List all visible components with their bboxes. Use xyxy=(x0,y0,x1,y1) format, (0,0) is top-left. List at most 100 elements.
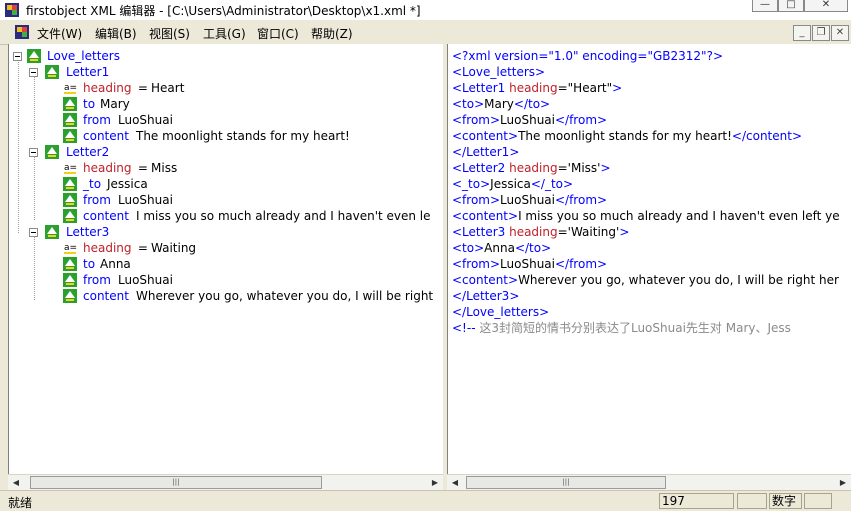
tree-line xyxy=(34,76,35,140)
source-token: ='Miss' xyxy=(557,161,601,175)
tree-node-label: Letter3 xyxy=(66,225,110,239)
source-editor[interactable]: ZHL <?xml version="1.0" encoding="GB2312… xyxy=(447,44,851,474)
source-token: heading xyxy=(509,81,558,95)
attribute-icon: a= xyxy=(64,83,77,94)
source-line[interactable]: </Letter3> xyxy=(452,288,519,304)
menu-edit[interactable]: 编辑(B) xyxy=(95,25,137,42)
mdi-minimize-button[interactable]: _ xyxy=(793,25,811,41)
source-horizontal-scrollbar[interactable]: ◀ ||| ▶ xyxy=(447,474,851,491)
source-line[interactable]: <content>The moonlight stands for my hea… xyxy=(452,128,802,144)
element-name: to xyxy=(83,97,96,111)
status-bar: 就绪 197 数字 xyxy=(0,490,851,510)
attribute-name: heading xyxy=(83,241,132,255)
collapse-toggle[interactable] xyxy=(29,148,38,157)
element-name: content xyxy=(83,129,129,143)
mdi-restore-button[interactable]: ❐ xyxy=(812,25,830,41)
source-token: <Letter1 xyxy=(452,81,510,95)
source-line[interactable]: <Love_letters> xyxy=(452,64,545,80)
element-name: from xyxy=(83,113,111,127)
element-icon xyxy=(63,97,77,111)
minimize-window-button[interactable]: — xyxy=(752,0,778,12)
source-token: 这3封简短的情书分别表达了LuoShuai先生对 Mary、Jess xyxy=(479,321,791,335)
element-icon xyxy=(63,209,77,223)
element-icon xyxy=(45,225,59,239)
source-token: <?xml version="1.0" encoding="GB2312"?> xyxy=(452,49,723,63)
collapse-toggle[interactable] xyxy=(29,68,38,77)
source-token: ='Waiting' xyxy=(557,225,620,239)
source-token: </Letter1> xyxy=(452,145,520,159)
tree-view[interactable]: Love_letters Letter1 a= heading = Heart … xyxy=(8,44,444,474)
scroll-right-icon[interactable]: ▶ xyxy=(835,475,851,491)
tree-horizontal-scrollbar[interactable]: ◀ ||| ▶ xyxy=(8,474,443,491)
element-value: Mary xyxy=(100,97,130,111)
scroll-left-icon[interactable]: ◀ xyxy=(447,475,463,491)
element-icon xyxy=(63,193,77,207)
menu-tools[interactable]: 工具(G) xyxy=(203,25,246,42)
source-token: LuoShuai xyxy=(500,113,555,127)
source-token: </from> xyxy=(554,193,608,207)
source-token: </to> xyxy=(514,241,552,255)
source-token: heading xyxy=(509,161,558,175)
source-token: <to> xyxy=(452,97,485,111)
source-line[interactable]: <from>LuoShuai</from> xyxy=(452,256,607,272)
attribute-equals: = xyxy=(134,161,152,175)
menu-file[interactable]: 文件(W) xyxy=(37,25,82,42)
source-line[interactable]: <content>I miss you so much already and … xyxy=(452,208,840,224)
source-token: > xyxy=(619,225,630,239)
source-token: <!-- xyxy=(452,321,480,335)
source-token: <content> xyxy=(452,129,519,143)
scroll-thumb[interactable]: ||| xyxy=(466,476,666,489)
source-token: <Letter3 xyxy=(452,225,510,239)
source-line[interactable]: <Letter2 heading='Miss'> xyxy=(452,160,611,176)
source-token: Mary xyxy=(484,97,514,111)
scroll-right-icon[interactable]: ▶ xyxy=(427,475,443,491)
source-token: > xyxy=(612,81,623,95)
element-value: Anna xyxy=(100,257,131,271)
menu-bar: 文件(W) 编辑(B) 视图(S) 工具(G) 窗口(C) 帮助(Z) xyxy=(0,20,851,45)
element-icon xyxy=(27,49,41,63)
element-icon xyxy=(45,65,59,79)
source-line[interactable]: <!-- 这3封简短的情书分别表达了LuoShuai先生对 Mary、Jess xyxy=(452,320,791,336)
attribute-equals: = xyxy=(134,241,152,255)
scroll-left-icon[interactable]: ◀ xyxy=(8,475,24,491)
collapse-toggle[interactable] xyxy=(13,52,22,61)
tree-line xyxy=(34,156,35,220)
source-line[interactable]: <from>LuoShuai</from> xyxy=(452,192,607,208)
element-value: Wherever you go, whatever you do, I will… xyxy=(136,289,434,303)
source-token: Wherever you go, whatever you do, I will… xyxy=(518,273,839,287)
element-name: from xyxy=(83,193,111,207)
scroll-thumb[interactable]: ||| xyxy=(30,476,322,489)
source-line[interactable]: <?xml version="1.0" encoding="GB2312"?> xyxy=(452,48,723,64)
collapse-toggle[interactable] xyxy=(29,228,38,237)
source-line[interactable]: <to>Mary</to> xyxy=(452,96,550,112)
source-line[interactable]: <Letter3 heading='Waiting'> xyxy=(452,224,629,240)
attribute-name: heading xyxy=(83,81,132,95)
source-line[interactable]: </Letter1> xyxy=(452,144,519,160)
mdi-close-button[interactable]: ✕ xyxy=(831,25,849,41)
menu-help[interactable]: 帮助(Z) xyxy=(311,25,353,42)
app-icon xyxy=(5,3,19,17)
source-line[interactable]: <from>LuoShuai</from> xyxy=(452,112,607,128)
menu-view[interactable]: 视图(S) xyxy=(149,25,190,42)
menu-window[interactable]: 窗口(C) xyxy=(257,25,299,42)
source-line[interactable]: </Love_letters> xyxy=(452,304,549,320)
source-token: <Letter2 xyxy=(452,161,510,175)
restore-window-button[interactable]: □ xyxy=(778,0,804,12)
source-token: <_to> xyxy=(452,177,491,191)
source-line[interactable]: <content>Wherever you go, whatever you d… xyxy=(452,272,839,288)
source-line[interactable]: <to>Anna</to> xyxy=(452,240,551,256)
element-icon xyxy=(63,289,77,303)
source-line[interactable]: <Letter1 heading="Heart"> xyxy=(452,80,622,96)
attribute-equals: = xyxy=(134,81,152,95)
source-token: heading xyxy=(509,225,558,239)
status-text: 就绪 xyxy=(8,496,33,510)
close-window-button[interactable]: ✕ xyxy=(804,0,848,12)
source-token: <Love_letters> xyxy=(452,65,546,79)
cursor-position: 197 xyxy=(659,493,734,509)
status-panel-empty xyxy=(737,493,767,509)
tree-node-label: Letter2 xyxy=(66,145,110,159)
document-icon[interactable] xyxy=(14,24,30,40)
tree-node-label: Letter1 xyxy=(66,65,110,79)
element-name: from xyxy=(83,273,111,287)
source-line[interactable]: <_to>Jessica</_to> xyxy=(452,176,573,192)
